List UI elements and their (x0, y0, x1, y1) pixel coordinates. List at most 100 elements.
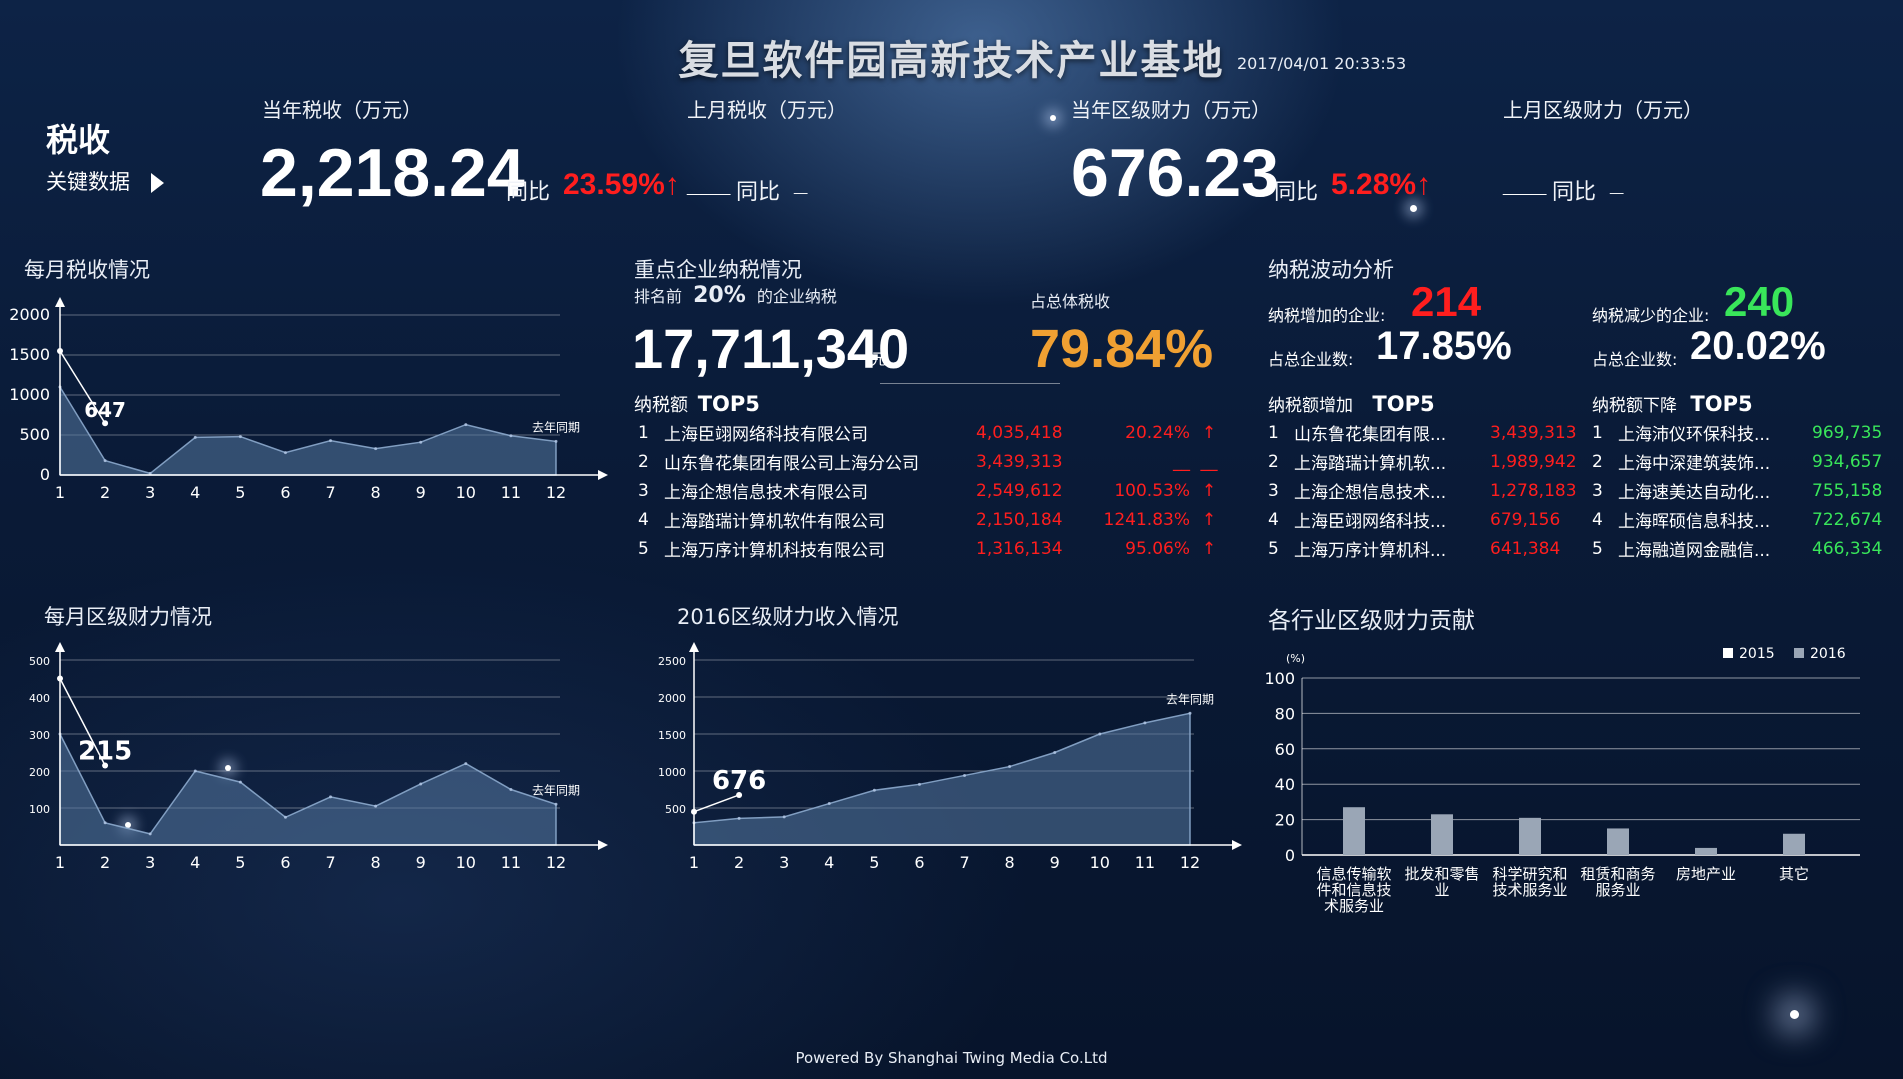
x-tick-label: 1 (55, 853, 65, 872)
y-tick-label: 100 (29, 803, 50, 816)
y-tick-label: 80 (1275, 704, 1295, 723)
increase-count: 214 (1411, 278, 1482, 325)
arrow-up-icon: ↑ (1201, 422, 1217, 443)
area-point (1188, 711, 1192, 715)
x-tick-label: 1 (689, 853, 699, 872)
enterprise-unit: 元 (871, 350, 887, 368)
area-point (509, 434, 513, 438)
table-row[interactable]: 1 上海臣翊网络科技有限公司 4,035,418 20.24% ↑ (638, 418, 1228, 447)
amount-cell: 755,158 (1812, 480, 1883, 501)
rank-cell: 1 (638, 422, 649, 443)
area-point (419, 440, 423, 444)
table-row[interactable]: 4 上海晖硕信息科技... 722,674 (1592, 505, 1892, 534)
x-tick-label: 6 (280, 483, 290, 502)
table-row[interactable]: 3 上海速美达自动化... 755,158 (1592, 476, 1892, 505)
kpi-label: 上月区级财力（万元） (1503, 98, 1703, 122)
arrow-up-icon: ↑ (1201, 509, 1217, 530)
yoy-label: 同比 (1274, 180, 1319, 205)
y-tick-label: 1500 (658, 729, 686, 742)
area-point (1098, 732, 1102, 736)
rank-cell: 5 (638, 538, 649, 559)
x-tick-label: 12 (546, 483, 566, 502)
amount-cell: 934,657 (1812, 451, 1883, 472)
kpi-value: 676.23 (1071, 135, 1279, 211)
table-row[interactable]: 2 山东鲁花集团有限公司上海分公司 3,439,313 __ __ (638, 447, 1228, 476)
unit-label: (%) (1286, 652, 1305, 665)
increase-label: 纳税增加的企业: (1268, 306, 1386, 325)
area-point (374, 804, 378, 808)
star-decoration (1410, 205, 1417, 212)
table-row[interactable]: 5 上海万序计算机科... 641,384 (1268, 534, 1584, 563)
table-row[interactable]: 1 山东鲁花集团有限... 3,439,313 (1268, 418, 1584, 447)
enterprise-amount: 17,711,340 (632, 317, 910, 380)
x-tick-label: 7 (959, 853, 969, 872)
x-tick-label: 3 (145, 853, 155, 872)
table-row[interactable]: 5 上海万序计算机科技有限公司 1,316,134 95.06% ↑ (638, 534, 1228, 563)
company-cell: 上海晖硕信息科技... (1618, 512, 1771, 532)
rank-cell: 2 (638, 451, 649, 472)
dec-top-prefix: 纳税额下降 (1592, 396, 1677, 416)
table-row[interactable]: 4 上海踏瑞计算机软件有限公司 2,150,184 1241.83% ↑ (638, 505, 1228, 534)
x-tick-label: 2 (100, 853, 110, 872)
x-tick-label: 10 (456, 483, 476, 502)
x-tick-label: 9 (416, 853, 426, 872)
y-tick-label: 1000 (9, 385, 50, 404)
rank-cell: 2 (1268, 451, 1279, 472)
area-point (782, 815, 786, 819)
chart-title: 各行业区级财力贡献 (1268, 608, 1475, 634)
yoy-value: _ (1610, 170, 1624, 197)
x-category-label: 技术服务业 (1492, 881, 1567, 899)
share-label: 占总企业数: (1268, 350, 1354, 369)
increase-top5-heading: 纳税额增加 TOP5 (1268, 391, 1435, 416)
area-point (193, 435, 197, 439)
kpi-label: 当年税收（万元） (262, 98, 422, 122)
yoy-label: 同比 (506, 180, 551, 205)
x-axis-arrow (598, 470, 608, 480)
callout-label: 676 (712, 766, 766, 796)
area-point (1008, 765, 1012, 769)
area-point (329, 795, 333, 799)
company-cell: 上海万序计算机科... (1294, 541, 1447, 561)
kpi-label: 上月税收（万元） (687, 98, 847, 122)
kpi-value: ___ (1503, 168, 1547, 198)
monthly-district-chart: 1002003004005002151 2 3 4 5 6 7 8 9 10 11 12去年同期 (29, 642, 608, 872)
table-row[interactable]: 5 上海融道网金融信... 466,334 (1592, 534, 1892, 563)
table-row[interactable]: 3 上海企想信息技术... 1,278,183 (1268, 476, 1584, 505)
y-tick-label: 300 (29, 729, 50, 742)
table-row[interactable]: 2 上海踏瑞计算机软... 1,989,942 (1268, 447, 1584, 476)
y-tick-label: 2500 (658, 655, 686, 668)
bar-2016 (1519, 817, 1541, 855)
datetime: 2017/04/01 20:33:53 (1237, 54, 1407, 73)
x-tick-label: 8 (371, 483, 381, 502)
page-title: 复旦软件园高新技术产业基地 (678, 38, 1225, 84)
table-row[interactable]: 2 上海中深建筑装饰... 934,657 (1592, 447, 1892, 476)
decrease-top5-heading: 纳税额下降 TOP5 (1592, 391, 1753, 416)
key-data-link[interactable]: 关键数据 (46, 166, 164, 196)
y-tick-label: 400 (29, 692, 50, 705)
chart-title: 每月税收情况 (24, 258, 150, 282)
pct-cell: 95.06% (1125, 538, 1190, 559)
company-cell: 上海臣翊网络科技有限公司 (664, 425, 868, 445)
area-point (554, 802, 558, 806)
y-tick-label: 1500 (9, 345, 50, 364)
area-point (238, 435, 242, 439)
x-tick-label: 11 (501, 853, 521, 872)
area-point (193, 769, 197, 773)
x-tick-label: 9 (1050, 853, 1060, 872)
legend-swatch (1723, 648, 1733, 658)
table-row[interactable]: 4 上海臣翊网络科技... 679,156 (1268, 505, 1584, 534)
triangle-right-icon (150, 173, 164, 193)
area-point (917, 782, 921, 786)
industry-bar-chart: (%)0204060801002015 2016信息传输软件和信息技术服务业批发和… (1264, 646, 1860, 915)
x-tick-label: 7 (325, 853, 335, 872)
dash-icon: __ (1200, 451, 1218, 472)
yoy-value: _ (794, 170, 808, 197)
x-tick-label: 6 (914, 853, 924, 872)
table-row[interactable]: 1 上海沛仪环保科技... 969,735 (1592, 418, 1892, 447)
area-point (1053, 751, 1057, 754)
area-point (419, 782, 423, 786)
area-point (464, 423, 468, 427)
table-row[interactable]: 3 上海企想信息技术有限公司 2,549,612 100.53% ↑ (638, 476, 1228, 505)
company-cell: 上海踏瑞计算机软... (1294, 454, 1447, 474)
company-cell: 上海沛仪环保科技... (1618, 425, 1771, 445)
